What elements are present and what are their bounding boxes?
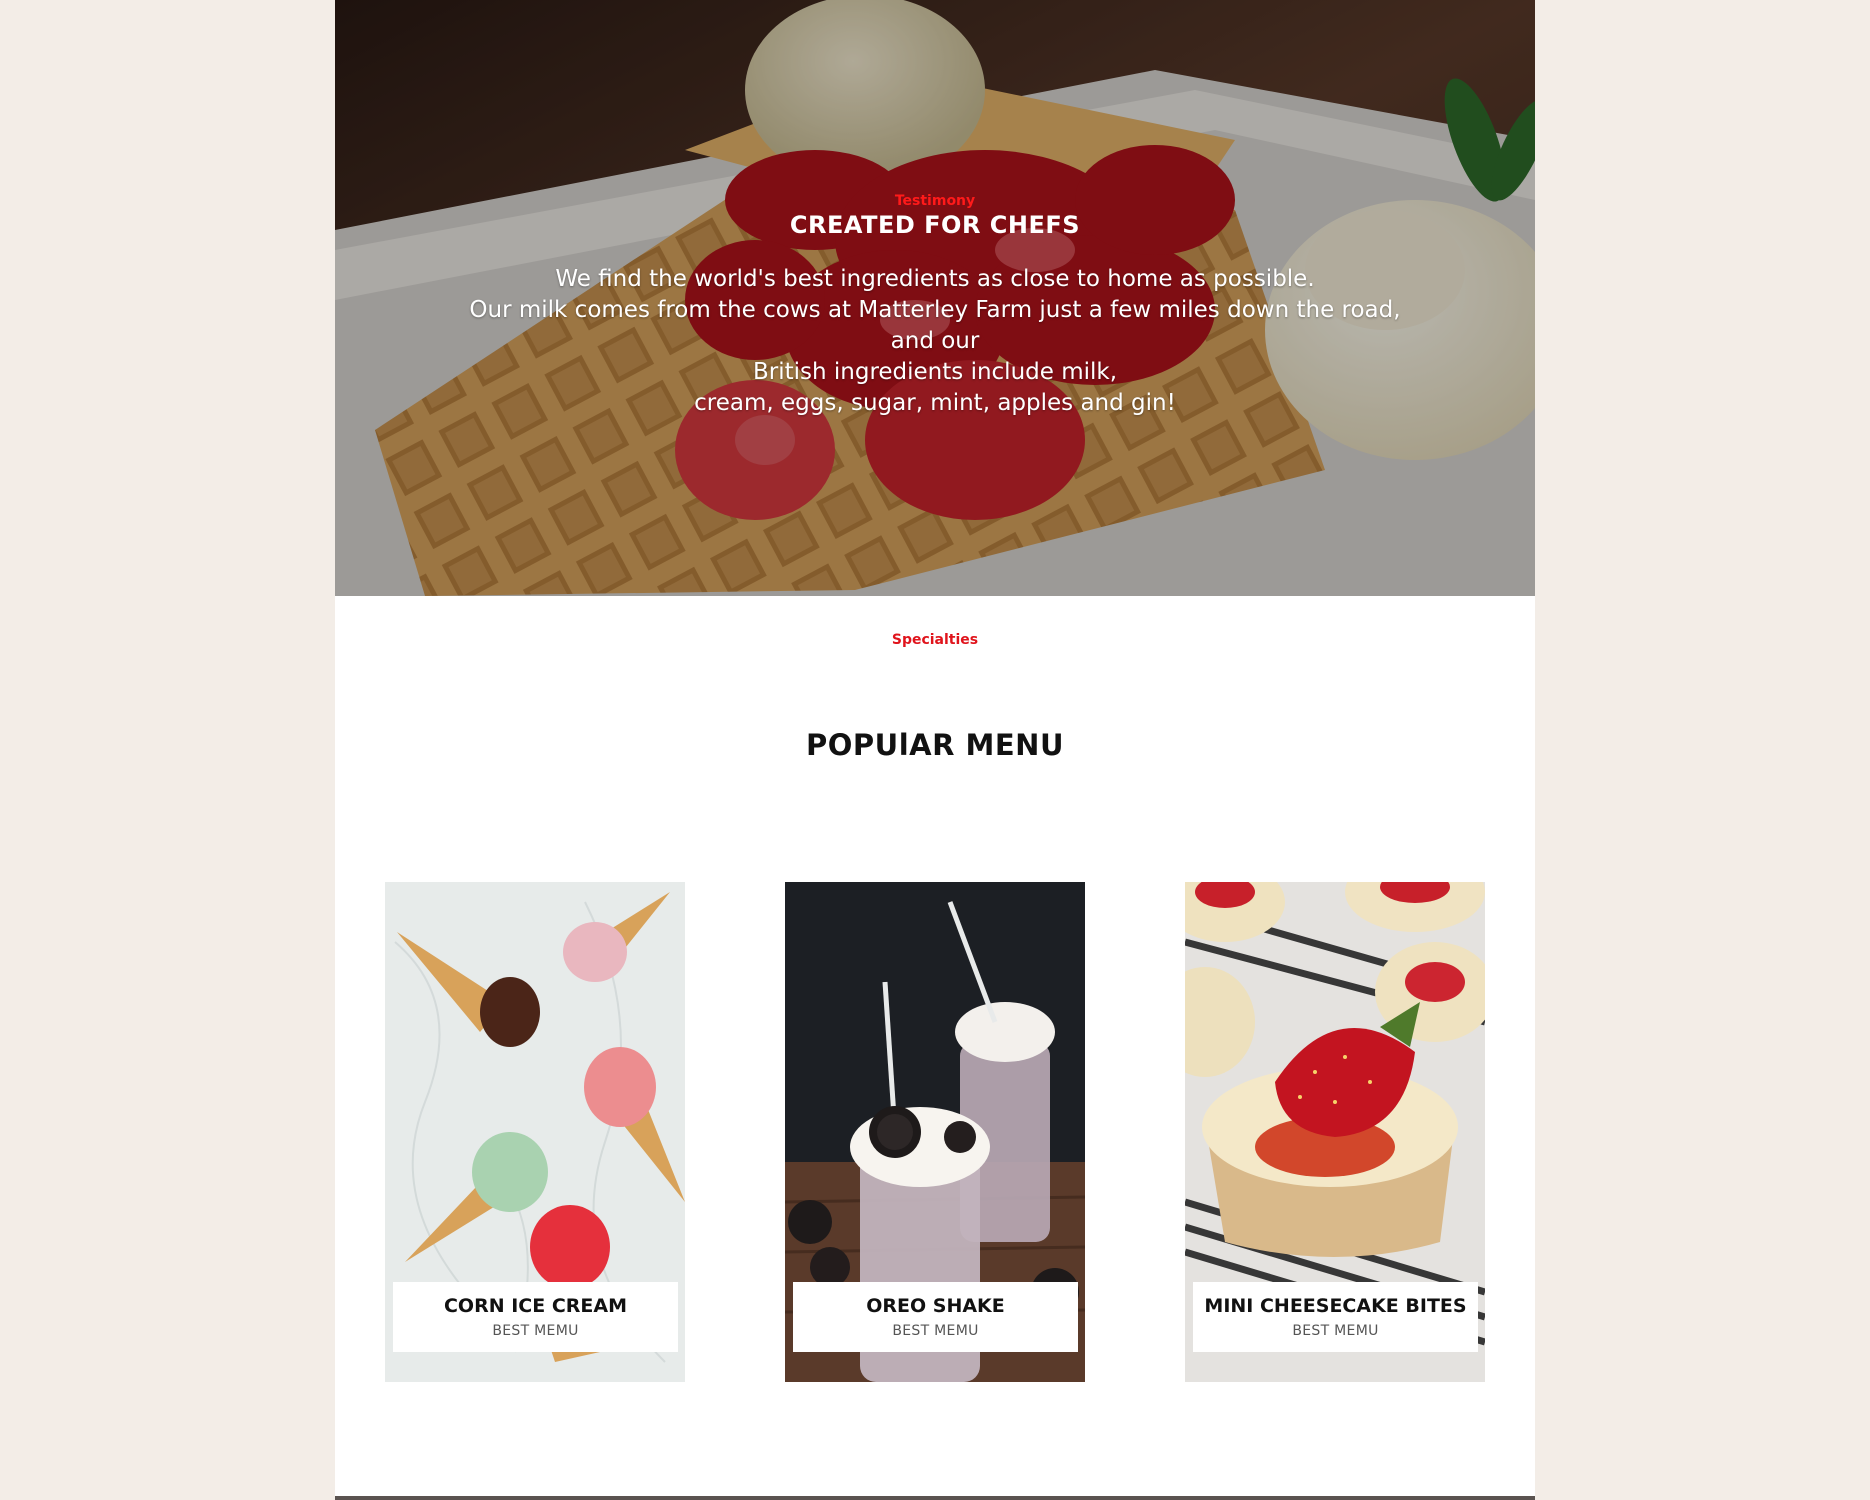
hero-text-block: Testimony CREATED FOR CHEFS We find the …	[335, 193, 1535, 419]
page-container: Testimony CREATED FOR CHEFS We find the …	[335, 0, 1535, 1500]
hero-title: CREATED FOR CHEFS	[789, 211, 1081, 239]
menu-card-label: OREO SHAKE BEST MEMU	[793, 1282, 1078, 1352]
menu-item-subtitle: BEST MEMU	[892, 1323, 979, 1339]
menu-item-name: OREO SHAKE	[866, 1295, 1005, 1317]
menu-card-label: MINI CHEESECAKE BITES BEST MEMU	[1193, 1282, 1478, 1352]
hero-description: We find the world's best ingredients as …	[465, 264, 1405, 419]
menu-card-oreo-shake[interactable]: OREO SHAKE BEST MEMU	[785, 882, 1085, 1382]
next-section-edge	[335, 1496, 1535, 1500]
menu-card-mini-cheesecake-bites[interactable]: MINI CHEESECAKE BITES BEST MEMU	[1185, 882, 1485, 1382]
specialties-eyebrow: Specialties	[891, 632, 979, 648]
menu-card-corn-ice-cream[interactable]: CORN ICE CREAM BEST MEMU	[385, 882, 685, 1382]
hero-description-line: British ingredients include milk,	[752, 359, 1118, 385]
menu-card-label: CORN ICE CREAM BEST MEMU	[393, 1282, 678, 1352]
hero-description-line: cream, eggs, sugar, mint, apples and gin…	[694, 390, 1176, 416]
menu-item-subtitle: BEST MEMU	[1292, 1323, 1379, 1339]
hero-description-line: We find the world's best ingredients as …	[555, 266, 1315, 292]
testimony-hero: Testimony CREATED FOR CHEFS We find the …	[335, 0, 1535, 596]
menu-item-name: MINI CHEESECAKE BITES	[1204, 1295, 1467, 1317]
testimony-eyebrow: Testimony	[894, 193, 976, 209]
hero-description-line: Our milk comes from the cows at Matterle…	[469, 297, 1401, 354]
menu-item-name: CORN ICE CREAM	[443, 1295, 627, 1317]
popular-menu-title: POPUlAR MENU	[805, 728, 1064, 762]
menu-item-subtitle: BEST MEMU	[492, 1323, 579, 1339]
